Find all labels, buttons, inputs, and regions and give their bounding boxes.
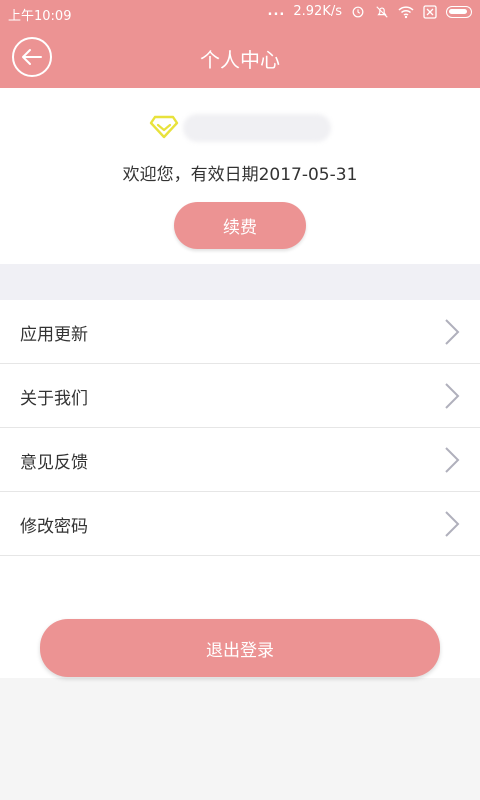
username-redacted bbox=[183, 114, 331, 142]
menu-item-label: 意见反馈 bbox=[20, 453, 88, 473]
sim-off-icon bbox=[423, 4, 437, 19]
menu-item-label: 关于我们 bbox=[20, 389, 88, 409]
settings-menu: 应用更新 关于我们 意见反馈 修改密码 bbox=[0, 300, 480, 556]
chevron-right-icon bbox=[445, 511, 460, 537]
header-bar: 上午10:09 ... 2.92K/s 个人中心 bbox=[0, 0, 480, 88]
status-icons: ... 2.92K/s bbox=[268, 4, 472, 19]
chevron-right-icon bbox=[445, 447, 460, 473]
more-dots: ... bbox=[267, 4, 286, 19]
section-divider bbox=[0, 264, 480, 300]
vip-diamond-icon bbox=[149, 115, 179, 139]
page-title: 个人中心 bbox=[200, 48, 280, 72]
chevron-right-icon bbox=[445, 383, 460, 409]
renew-button[interactable]: 续费 bbox=[174, 202, 306, 249]
menu-item-app-update[interactable]: 应用更新 bbox=[0, 300, 480, 364]
menu-item-label: 修改密码 bbox=[20, 517, 88, 537]
menu-item-change-password[interactable]: 修改密码 bbox=[0, 492, 480, 556]
status-time: 上午10:09 bbox=[8, 9, 72, 24]
logout-button[interactable]: 退出登录 bbox=[40, 619, 440, 677]
mute-icon bbox=[376, 5, 388, 18]
status-bar: 上午10:09 ... 2.92K/s bbox=[0, 0, 480, 26]
net-speed: 2.92K/s bbox=[293, 4, 342, 19]
alarm-icon bbox=[352, 6, 364, 17]
menu-item-about-us[interactable]: 关于我们 bbox=[0, 364, 480, 428]
battery-icon bbox=[446, 5, 472, 18]
wifi-icon bbox=[398, 5, 414, 18]
chevron-right-icon bbox=[445, 319, 460, 345]
validity-text: 欢迎您，有效日期2017-05-31 bbox=[122, 165, 358, 185]
menu-item-feedback[interactable]: 意见反馈 bbox=[0, 428, 480, 492]
menu-item-label: 应用更新 bbox=[20, 325, 88, 345]
